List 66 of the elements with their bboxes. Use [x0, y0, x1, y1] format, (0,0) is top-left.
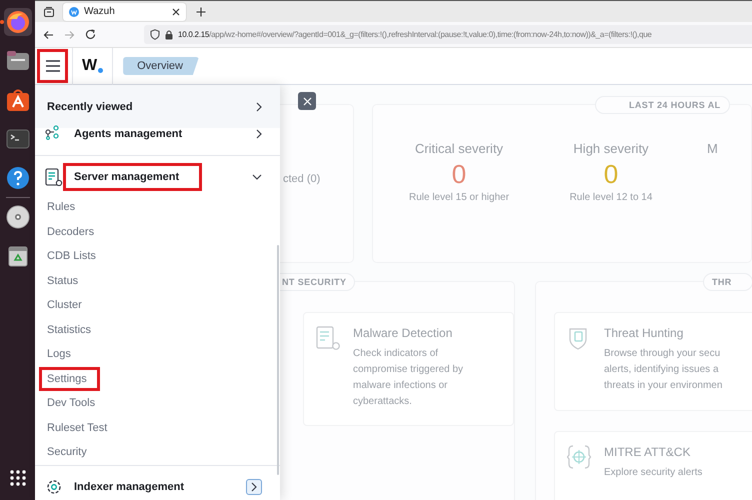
module-title: Threat Hunting: [604, 326, 684, 340]
app-grid-icon[interactable]: [10, 470, 26, 486]
menu-item[interactable]: Logs: [39, 342, 79, 366]
menu-item[interactable]: Dev Tools: [39, 391, 104, 416]
module-description: Browse through your secu alerts, identifying issues a threats in your environmen: [604, 347, 722, 393]
stat-caption: Rule level 12 to 14: [570, 192, 652, 203]
menu-item[interactable]: Settings: [39, 366, 100, 391]
menu-item[interactable]: CDB Lists: [39, 244, 104, 268]
menu-item[interactable]: Ruleset Test: [39, 416, 116, 440]
menu-item[interactable]: Cluster: [39, 293, 90, 318]
folder-icon[interactable]: [6, 49, 30, 73]
reload-icon[interactable]: [85, 29, 96, 40]
menu-icon: [46, 60, 60, 72]
section-title: THR: [703, 273, 752, 291]
menu-item[interactable]: Security: [39, 440, 95, 464]
module-card[interactable]: Threat Hunting Browse through your secu alerts, identifying issues a threats in your environmen: [554, 312, 752, 411]
section-title: LAST 24 HOURS AL: [595, 96, 730, 114]
stat-value: 0: [452, 161, 466, 187]
breadcrumb[interactable]: Overview: [123, 57, 199, 75]
logo-dot-icon: [98, 68, 104, 72]
stat-title: High severity: [573, 141, 649, 156]
recently-viewed-row[interactable]: Recently viewed: [35, 85, 280, 128]
trash-icon[interactable]: [6, 244, 30, 268]
stat-value: 0: [604, 161, 618, 187]
stat-caption: Rule level 15 or higher: [408, 192, 510, 203]
close-button[interactable]: [298, 92, 316, 110]
menu-button[interactable]: [37, 49, 68, 83]
new-tab-icon[interactable]: [196, 6, 206, 16]
menu-section[interactable]: Server management: [63, 162, 202, 190]
scrollbar[interactable]: [277, 245, 279, 475]
stat-title: M: [707, 141, 718, 156]
chevron-right-icon: [256, 102, 262, 112]
agents-status-text: cted (0): [283, 173, 320, 185]
help-icon[interactable]: [6, 166, 30, 190]
module-card[interactable]: MITRE ATT&CK Explore security alerts: [554, 431, 752, 500]
section-title: NT SECURITY: [280, 273, 356, 291]
shopping-bag-icon[interactable]: [6, 88, 30, 112]
tab-list-icon[interactable]: [43, 6, 55, 18]
site-icon: [69, 6, 79, 16]
module-description: Check indicators of compromise triggered by malware infections or cyberattacks.: [353, 347, 464, 409]
browser-tab[interactable]: Wazuh: [63, 2, 186, 20]
module-title: MITRE ATT&CK: [604, 445, 692, 459]
module-title: Malware Detection: [353, 326, 454, 340]
logo-text: W: [82, 57, 98, 75]
shield-icon[interactable]: [150, 29, 160, 40]
url-text: 10.0.2.15/app/wz-home#/overview/?agentId=001&_g=(filters:!(),refreshInterval:(pause:!t,value:0),time:(from:now-24h,to:now))&_a=(filters:!(),que: [178, 30, 652, 39]
module-card[interactable]: Malware Detection Check indicators of compromise triggered by malware infections or cyberattacks.: [303, 312, 514, 426]
menu-item[interactable]: Statistics: [39, 318, 100, 342]
recently-viewed-label: Recently viewed: [47, 100, 133, 112]
menu-item[interactable]: Rules: [39, 195, 84, 220]
menu-item[interactable]: Decoders: [39, 220, 102, 244]
back-icon[interactable]: [43, 30, 54, 40]
lock-icon[interactable]: [164, 29, 174, 40]
address-bar[interactable]: 10.0.2.15/app/wz-home#/overview/?agentId=001&_g=(filters:!(),refreshInterval:(pause:!t,value:0),time:(from:now-24h,to:now))&_a=(filters:!(),que: [144, 25, 752, 44]
disc-icon[interactable]: [6, 205, 30, 229]
target-icon: [567, 445, 592, 470]
tab-title: Wazuh: [84, 6, 116, 17]
expand-button[interactable]: [246, 478, 262, 494]
close-icon: [302, 96, 312, 106]
stat-title: Critical severity: [414, 141, 504, 156]
terminal-icon[interactable]: [6, 127, 30, 151]
module-description: Explore security alerts: [604, 466, 702, 480]
menu-section[interactable]: Indexer management: [63, 472, 241, 500]
menu-item[interactable]: Status: [39, 268, 86, 293]
close-icon[interactable]: [172, 8, 180, 16]
firefox-icon[interactable]: [4, 8, 32, 36]
